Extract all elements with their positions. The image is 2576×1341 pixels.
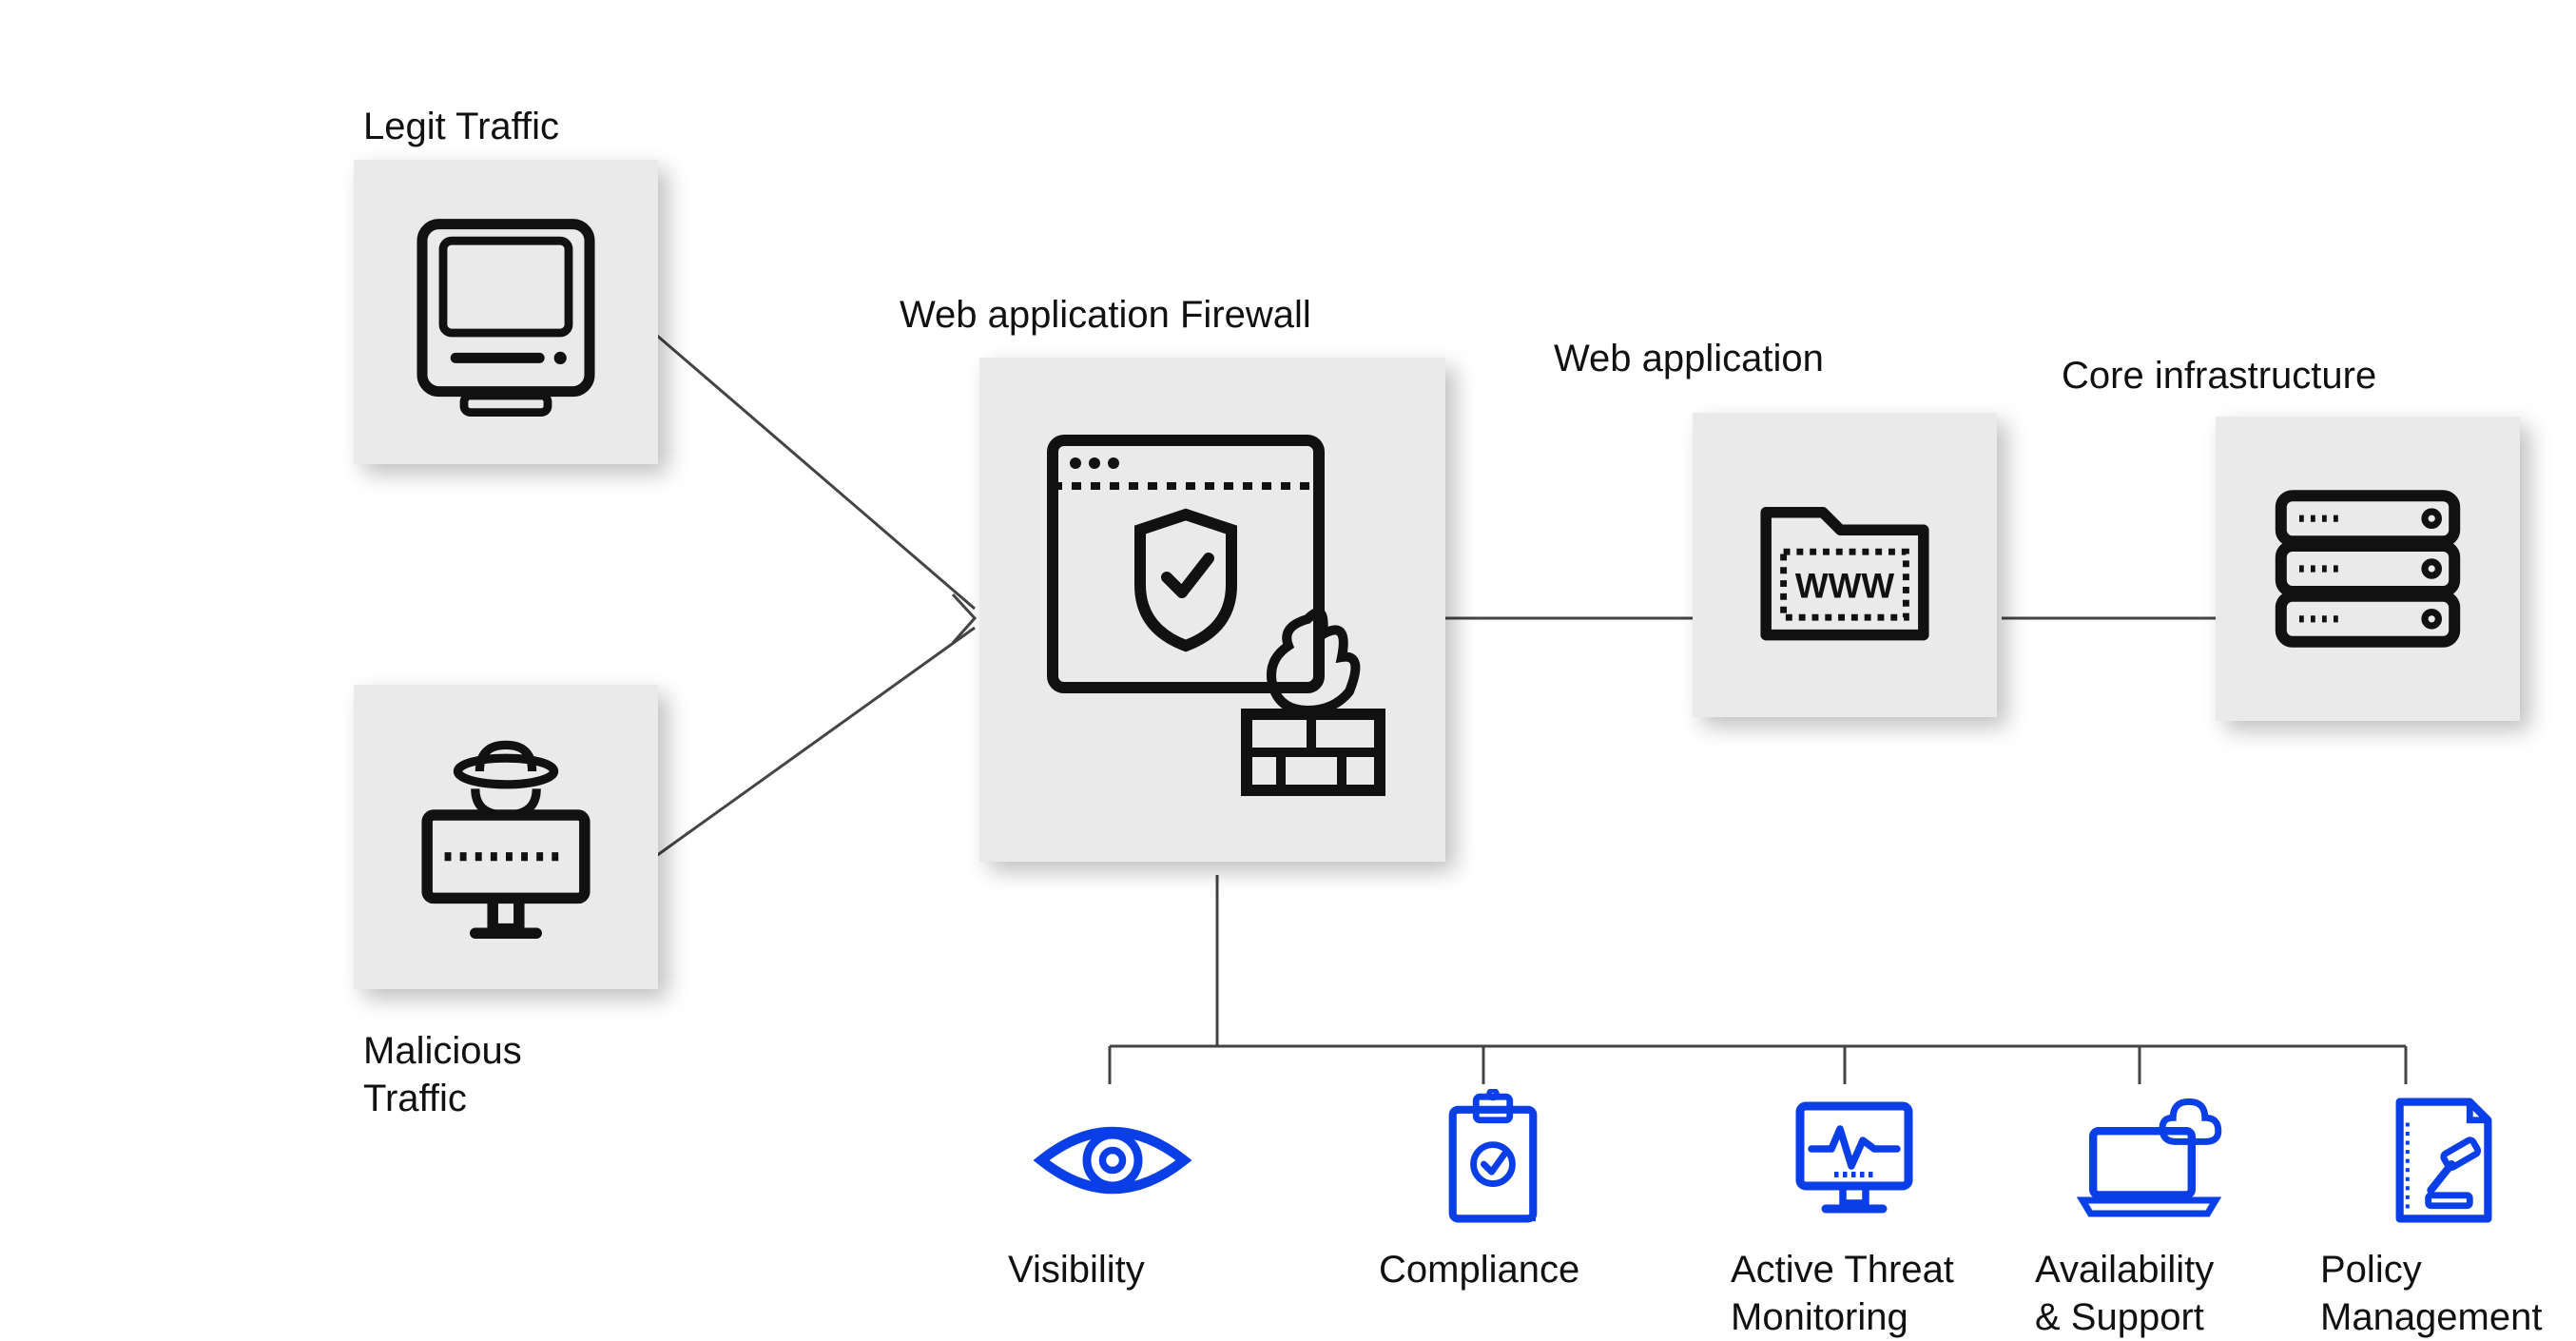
waf-shield-firewall-icon [1022, 410, 1403, 809]
malicious-traffic-label: Malicious Traffic [363, 1027, 522, 1122]
webapp-node: WWW [1693, 413, 1997, 717]
hacker-icon [397, 728, 615, 946]
feature-policy: Policy Management [2320, 1094, 2567, 1341]
www-folder-icon: WWW [1735, 456, 1954, 674]
clipboard-check-icon [1379, 1094, 1607, 1227]
gavel-document-icon [2320, 1094, 2567, 1227]
eye-icon [1008, 1094, 1217, 1227]
feature-visibility: Visibility [1008, 1094, 1217, 1293]
legit-traffic-node [354, 160, 658, 464]
computer-terminal-icon [401, 207, 610, 417]
feature-availability: Availability & Support [2035, 1094, 2263, 1341]
www-text: WWW [1795, 567, 1894, 606]
legit-traffic-label: Legit Traffic [363, 103, 559, 150]
laptop-cloud-icon [2035, 1094, 2263, 1227]
feature-compliance: Compliance [1379, 1094, 1607, 1293]
core-infra-node [2216, 417, 2520, 721]
core-infra-label: Core infrastructure [2062, 352, 2376, 399]
diagram-canvas: Legit Traffic Malicious Traffic Web appl… [0, 0, 2576, 1269]
server-stack-icon [2254, 455, 2482, 683]
feature-label: Visibility [1008, 1246, 1217, 1293]
malicious-traffic-node [354, 685, 658, 989]
feature-threat-monitoring: Active Threat Monitoring [1731, 1094, 1978, 1341]
feature-label: Compliance [1379, 1246, 1607, 1293]
feature-label: Availability & Support [2035, 1246, 2263, 1341]
waf-node [979, 358, 1445, 862]
feature-label: Policy Management [2320, 1246, 2567, 1341]
monitor-pulse-icon [1731, 1094, 1978, 1227]
webapp-label: Web application [1554, 335, 1824, 382]
feature-label: Active Threat Monitoring [1731, 1246, 1978, 1341]
waf-label: Web application Firewall [900, 291, 1311, 339]
